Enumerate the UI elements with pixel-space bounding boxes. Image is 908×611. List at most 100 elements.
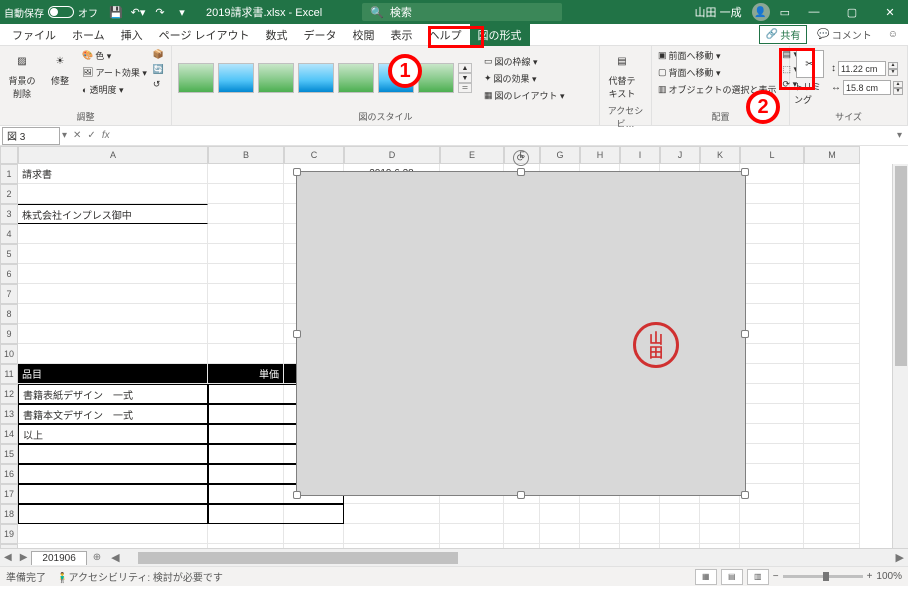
cell[interactable] bbox=[18, 304, 208, 324]
cell[interactable] bbox=[208, 224, 284, 244]
hscroll-right-icon[interactable]: ▶ bbox=[892, 551, 908, 564]
cell[interactable] bbox=[580, 504, 620, 524]
column-header[interactable]: D bbox=[344, 146, 440, 164]
cell[interactable] bbox=[208, 304, 284, 324]
cell[interactable] bbox=[208, 504, 344, 524]
cell[interactable] bbox=[18, 484, 208, 504]
cell[interactable] bbox=[18, 284, 208, 304]
cell[interactable] bbox=[18, 324, 208, 344]
row-header[interactable]: 13 bbox=[0, 404, 18, 424]
cell[interactable] bbox=[740, 404, 804, 424]
row-header[interactable]: 18 bbox=[0, 504, 18, 524]
picture-border-button[interactable]: ▭図の枠線 ▾ bbox=[482, 54, 567, 69]
cell[interactable] bbox=[344, 504, 440, 524]
picture-style-thumb[interactable] bbox=[218, 63, 254, 93]
cell[interactable] bbox=[804, 344, 860, 364]
reset-picture-button[interactable]: ↺ bbox=[151, 78, 166, 91]
cell[interactable] bbox=[740, 264, 804, 284]
cell[interactable] bbox=[208, 264, 284, 284]
sheet-tab[interactable]: 201906 bbox=[31, 551, 86, 565]
user-avatar-icon[interactable]: 👤 bbox=[752, 3, 770, 21]
row-header[interactable]: 3 bbox=[0, 204, 18, 224]
inserted-picture[interactable]: 山田 ⟳ bbox=[296, 171, 746, 496]
rotate-handle-icon[interactable]: ⟳ bbox=[513, 150, 529, 166]
cell[interactable] bbox=[740, 344, 804, 364]
cell[interactable] bbox=[804, 264, 860, 284]
row-header[interactable]: 16 bbox=[0, 464, 18, 484]
accessibility-status[interactable]: 🧍‍♂️アクセシビリティ: 検討が必要です bbox=[56, 569, 223, 584]
tab-help[interactable]: ヘルプ bbox=[421, 24, 470, 46]
hscroll-thumb[interactable] bbox=[138, 552, 458, 564]
cell[interactable] bbox=[804, 164, 860, 184]
pagebreak-view-button[interactable]: ▥ bbox=[747, 569, 769, 585]
cell[interactable] bbox=[620, 504, 660, 524]
resize-handle[interactable] bbox=[293, 330, 301, 338]
tab-file[interactable]: ファイル bbox=[4, 24, 64, 46]
row-header[interactable]: 11 bbox=[0, 364, 18, 384]
cell[interactable] bbox=[804, 484, 860, 504]
row-header[interactable]: 1 bbox=[0, 164, 18, 184]
height-input[interactable]: 11.22 cm bbox=[838, 61, 886, 76]
save-icon[interactable]: 💾 bbox=[108, 4, 124, 20]
zoom-in-icon[interactable]: + bbox=[867, 571, 873, 582]
sheet-nav-next-icon[interactable]: ▶ bbox=[16, 552, 32, 563]
cell[interactable] bbox=[740, 464, 804, 484]
cell[interactable] bbox=[804, 524, 860, 544]
cell[interactable] bbox=[804, 204, 860, 224]
column-header[interactable]: H bbox=[580, 146, 620, 164]
cell[interactable] bbox=[620, 524, 660, 544]
cell[interactable] bbox=[18, 184, 208, 204]
cell[interactable] bbox=[804, 464, 860, 484]
share-button[interactable]: 🔗共有 bbox=[759, 25, 807, 44]
cell[interactable] bbox=[804, 404, 860, 424]
row-header[interactable]: 19 bbox=[0, 524, 18, 544]
select-all-corner[interactable] bbox=[0, 146, 18, 164]
tab-view[interactable]: 表示 bbox=[383, 24, 421, 46]
transparency-button[interactable]: ◐透明度 ▾ bbox=[80, 82, 149, 97]
cell[interactable] bbox=[660, 504, 700, 524]
normal-view-button[interactable]: ▦ bbox=[695, 569, 717, 585]
cell[interactable] bbox=[804, 384, 860, 404]
cell[interactable] bbox=[804, 504, 860, 524]
cell[interactable] bbox=[208, 204, 284, 224]
cell[interactable] bbox=[740, 484, 804, 504]
gallery-down-icon[interactable]: ▼ bbox=[458, 73, 472, 83]
minimize-button[interactable]: — bbox=[800, 0, 828, 24]
zoom-out-icon[interactable]: − bbox=[773, 571, 779, 582]
send-backward-button[interactable]: ▢背面へ移動 ▾ bbox=[656, 65, 779, 80]
height-up-icon[interactable]: ▲ bbox=[888, 62, 898, 69]
undo-icon[interactable]: ↶▾ bbox=[130, 4, 146, 20]
cell[interactable] bbox=[804, 184, 860, 204]
cell[interactable] bbox=[804, 364, 860, 384]
qat-more-icon[interactable]: ▾ bbox=[174, 4, 190, 20]
cell[interactable] bbox=[540, 524, 580, 544]
vscroll-thumb[interactable] bbox=[895, 166, 907, 366]
cell[interactable] bbox=[740, 504, 804, 524]
cell[interactable]: 書籍表紙デザイン 一式 bbox=[18, 384, 208, 404]
picture-style-thumb[interactable] bbox=[178, 63, 214, 93]
resize-handle[interactable] bbox=[293, 168, 301, 176]
cell[interactable] bbox=[740, 364, 804, 384]
cell[interactable] bbox=[804, 224, 860, 244]
row-header[interactable]: 17 bbox=[0, 484, 18, 504]
cell[interactable] bbox=[18, 524, 208, 544]
cell[interactable] bbox=[804, 244, 860, 264]
cell[interactable]: 品目 bbox=[18, 364, 208, 384]
tab-pagelayout[interactable]: ページ レイアウト bbox=[151, 24, 258, 46]
cell[interactable] bbox=[740, 524, 804, 544]
cell[interactable] bbox=[208, 284, 284, 304]
resize-handle[interactable] bbox=[741, 491, 749, 499]
cell[interactable] bbox=[804, 324, 860, 344]
cell[interactable] bbox=[740, 184, 804, 204]
cell[interactable] bbox=[208, 324, 284, 344]
picture-effects-button[interactable]: ✦図の効果 ▾ bbox=[482, 71, 567, 86]
enter-formula-icon[interactable]: ✓ bbox=[87, 130, 95, 141]
row-header[interactable]: 8 bbox=[0, 304, 18, 324]
row-header[interactable]: 9 bbox=[0, 324, 18, 344]
cell[interactable] bbox=[580, 524, 620, 544]
cell[interactable]: 株式会社インプレス御中 bbox=[18, 204, 208, 224]
cell[interactable] bbox=[208, 184, 284, 204]
cell[interactable]: 請求書 bbox=[18, 164, 208, 184]
cell[interactable] bbox=[740, 244, 804, 264]
picture-layout-button[interactable]: ▦図のレイアウト ▾ bbox=[482, 88, 567, 103]
